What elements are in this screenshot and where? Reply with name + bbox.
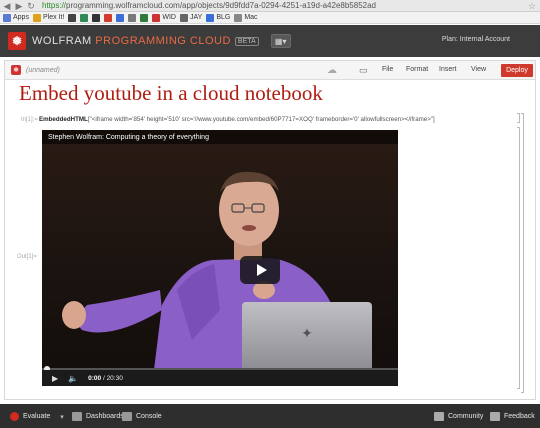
bookmark-item[interactable] — [92, 13, 101, 22]
input-label: In[1]:= — [21, 117, 38, 123]
bookmark-label: WID — [162, 14, 176, 21]
group-cell-bracket[interactable] — [521, 113, 524, 393]
forward-icon[interactable]: ▶ — [14, 1, 24, 11]
cloud-icon: ☁ — [327, 65, 337, 76]
dashboards-label: Dashboards — [86, 413, 124, 420]
youtube-embed[interactable]: Stephen Wolfram: Computing a theory of e… — [42, 130, 398, 386]
bookmark-item[interactable]: JAY — [179, 13, 203, 22]
bookmark-item[interactable] — [116, 13, 125, 22]
bookmark-favicon-icon — [116, 13, 125, 22]
notebook-toolbar: ❅ (unnamed) ☁ ▭ File Format Insert View … — [5, 61, 535, 80]
notebook-frame: ❅ (unnamed) ☁ ▭ File Format Insert View … — [4, 60, 536, 400]
wolfram-logo-icon[interactable]: ❅ — [8, 32, 26, 50]
beta-badge: BETA — [234, 36, 259, 46]
monitor-icon[interactable]: ▭ — [359, 65, 368, 76]
deploy-button[interactable]: Deploy — [501, 64, 533, 77]
menu-insert[interactable]: Insert — [439, 66, 457, 73]
duration: 20:30 — [106, 374, 123, 382]
grid-icon: ▦▾ — [274, 36, 287, 46]
plan-label[interactable]: Plan: Internal Account — [442, 36, 510, 43]
reload-icon[interactable]: ↻ — [26, 1, 36, 11]
bookmark-favicon-icon — [128, 13, 137, 22]
video-time: 0:00 / 20:30 — [88, 374, 123, 382]
bookmark-label: Mac — [244, 14, 258, 21]
notebook-title[interactable]: Embed youtube in a cloud notebook — [19, 81, 323, 106]
app-brand: WOLFRAM PROGRAMMING CLOUD — [32, 35, 231, 47]
output-cell-bracket[interactable] — [517, 127, 520, 389]
bookmark-label: JAY — [189, 14, 203, 21]
bookmark-item[interactable]: Apps — [3, 13, 29, 22]
evaluate-dropdown-icon[interactable]: ▾ — [60, 413, 64, 421]
bookmark-item[interactable] — [80, 13, 89, 22]
play-icon — [256, 264, 267, 276]
evaluate-label: Evaluate — [23, 413, 51, 420]
bookmark-item[interactable]: BLG — [206, 13, 231, 22]
bookmarks-bar: Apps Plex It! WID JAY BLG Mac — [0, 12, 540, 24]
bookmark-label: BLG — [216, 14, 231, 21]
laptop-image: ✦ — [242, 302, 372, 368]
notebook-name[interactable]: (unnamed) — [26, 67, 60, 74]
bookmark-item[interactable]: Mac — [234, 13, 258, 22]
output-label: Out[1]= — [17, 254, 37, 260]
bottom-bar: Evaluate ▾ Dashboards Console Community … — [0, 404, 540, 428]
console-button[interactable]: Console — [122, 412, 162, 421]
menu-file[interactable]: File — [382, 66, 393, 73]
bookmark-item[interactable] — [68, 13, 77, 22]
code-function: EmbeddedHTML — [39, 116, 88, 123]
bookmark-favicon-icon — [206, 13, 215, 22]
bookmark-favicon-icon — [140, 13, 149, 22]
bookmark-favicon-icon — [80, 13, 89, 22]
bookmark-favicon-icon — [104, 13, 113, 22]
feedback-icon — [490, 412, 500, 421]
community-button[interactable]: Community — [434, 412, 483, 421]
bookmark-label: Apps — [13, 14, 29, 21]
bookmark-favicon-icon — [32, 13, 41, 22]
console-icon — [122, 412, 132, 421]
brand-accent: PROGRAMMING CLOUD — [95, 35, 231, 47]
bookmark-star-icon[interactable]: ☆ — [528, 1, 536, 12]
bookmark-label: Plex It! — [42, 14, 65, 21]
play-small-icon[interactable]: ▶ — [52, 374, 58, 383]
bookmark-favicon-icon — [179, 13, 188, 22]
bookmark-favicon-icon — [92, 13, 101, 22]
bookmark-favicon-icon — [152, 13, 161, 22]
volume-icon[interactable]: 🔈 — [68, 374, 78, 383]
wolfram-spikey-icon: ✦ — [301, 325, 313, 341]
feedback-button[interactable]: Feedback — [490, 412, 535, 421]
app-header: ❅ WOLFRAM PROGRAMMING CLOUD BETA ▦▾ Plan… — [0, 25, 540, 57]
bookmark-item[interactable]: WID — [152, 13, 176, 22]
community-label: Community — [448, 413, 484, 420]
back-icon[interactable]: ◀ — [2, 1, 12, 11]
apps-grid-button[interactable]: ▦▾ — [270, 34, 291, 48]
bookmark-favicon-icon — [234, 13, 243, 22]
menu-view[interactable]: View — [471, 66, 486, 73]
url-scheme: https:// — [42, 1, 67, 10]
evaluate-button[interactable]: Evaluate ▾ — [10, 412, 64, 421]
bookmark-item[interactable] — [128, 13, 137, 22]
browser-url-bar: ◀ ▶ ↻ https://programming.wolframcloud.c… — [0, 0, 540, 12]
bookmark-favicon-icon — [68, 13, 77, 22]
dashboards-icon — [72, 412, 82, 421]
notebook-icon: ❅ — [11, 65, 21, 75]
brand-main: WOLFRAM — [32, 35, 92, 47]
play-button[interactable] — [240, 256, 280, 284]
dashboards-button[interactable]: Dashboards — [72, 412, 124, 421]
url-text: programming.wolframcloud.com/app/objects… — [66, 1, 376, 10]
console-label: Console — [136, 413, 162, 420]
input-cell-bracket[interactable] — [517, 113, 520, 123]
code-argument: ["<iframe width='854' height='510' src='… — [87, 116, 435, 123]
community-icon — [434, 412, 444, 421]
evaluate-icon — [10, 412, 19, 421]
menu-format[interactable]: Format — [406, 66, 428, 73]
address-field[interactable]: https://programming.wolframcloud.com/app… — [42, 1, 376, 10]
bookmark-favicon-icon — [3, 13, 11, 22]
bookmark-item[interactable] — [104, 13, 113, 22]
input-cell[interactable]: EmbeddedHTML["<iframe width='854' height… — [39, 116, 435, 123]
bookmark-item[interactable]: Plex It! — [32, 13, 65, 22]
video-controls: ▶ 🔈 0:00 / 20:30 — [42, 370, 398, 386]
feedback-label: Feedback — [504, 413, 535, 420]
video-title[interactable]: Stephen Wolfram: Computing a theory of e… — [48, 134, 209, 141]
bookmark-item[interactable] — [140, 13, 149, 22]
current-time: 0:00 — [88, 374, 102, 382]
